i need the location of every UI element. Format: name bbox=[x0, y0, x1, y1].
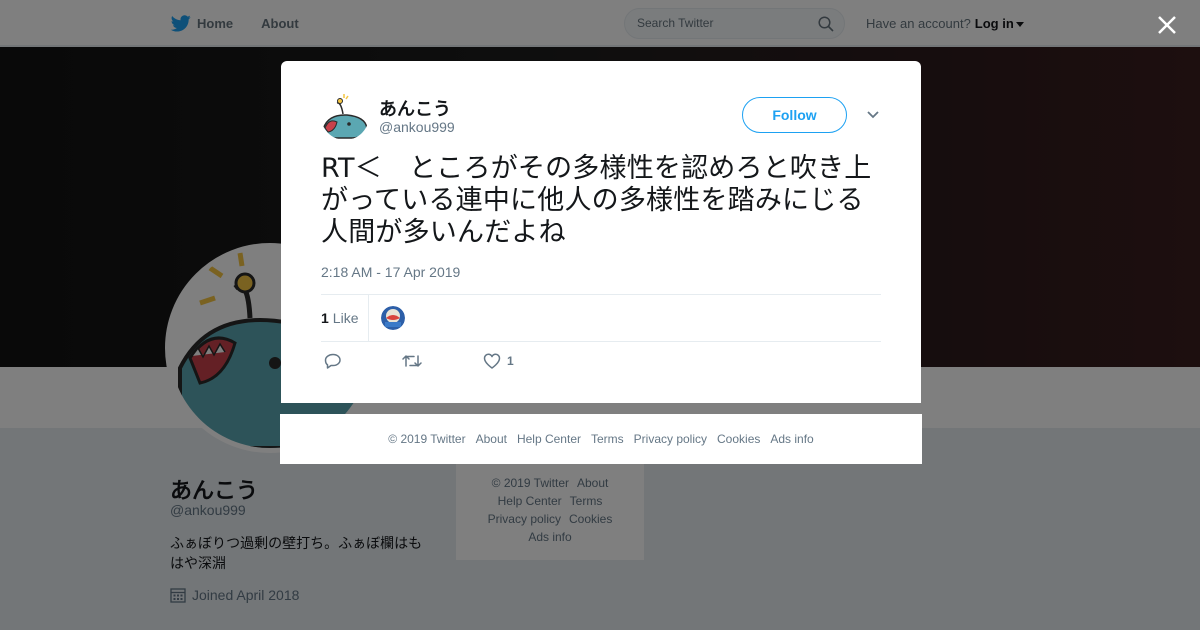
footer-copyright: © 2019 Twitter bbox=[388, 432, 466, 446]
footer-about[interactable]: About bbox=[476, 432, 507, 446]
tweet-actions: 1 bbox=[321, 353, 621, 373]
like-action-count: 1 bbox=[507, 354, 514, 368]
follow-button[interactable]: Follow bbox=[742, 97, 847, 133]
footer-help[interactable]: Help Center bbox=[517, 432, 581, 446]
reply-icon bbox=[324, 353, 341, 369]
like-action[interactable]: 1 bbox=[483, 353, 514, 369]
liker-avatar[interactable] bbox=[381, 306, 405, 330]
tweet-text: RT＜ ところがその多様性を認めろと吹き上がっている連中に他人の多様性を踏みにじ… bbox=[321, 153, 872, 248]
likes-stat[interactable]: 1 Like bbox=[321, 310, 358, 326]
modal-footer: © 2019 Twitter About Help Center Terms Priva… bbox=[280, 414, 922, 464]
chevron-down-icon[interactable] bbox=[866, 110, 880, 120]
footer-cookies[interactable]: Cookies bbox=[717, 432, 760, 446]
close-icon[interactable] bbox=[1154, 12, 1180, 38]
retweet-icon bbox=[402, 355, 422, 367]
anglerfish-avatar-small-image bbox=[321, 92, 369, 140]
tweet-author-avatar[interactable] bbox=[321, 92, 369, 140]
footer-terms[interactable]: Terms bbox=[591, 432, 624, 446]
tweet-stats: 1 Like bbox=[321, 294, 881, 342]
tweet-timestamp[interactable]: 2:18 AM - 17 Apr 2019 bbox=[321, 264, 460, 280]
reply-action[interactable] bbox=[324, 353, 342, 369]
tweet-modal: あんこう @ankou999 Follow RT＜ ところがその多様性を認めろと… bbox=[281, 61, 921, 403]
retweet-action[interactable] bbox=[402, 353, 422, 369]
liker-avatar-image bbox=[381, 306, 405, 330]
likes-label: Like bbox=[332, 310, 359, 326]
stats-divider bbox=[368, 295, 369, 341]
tweet-author-handle[interactable]: @ankou999 bbox=[379, 119, 455, 135]
footer-privacy[interactable]: Privacy policy bbox=[634, 432, 707, 446]
tweet-author-name[interactable]: あんこう bbox=[379, 95, 451, 121]
likes-count: 1 bbox=[321, 310, 329, 326]
heart-icon bbox=[483, 353, 501, 369]
footer-ads[interactable]: Ads info bbox=[770, 432, 813, 446]
